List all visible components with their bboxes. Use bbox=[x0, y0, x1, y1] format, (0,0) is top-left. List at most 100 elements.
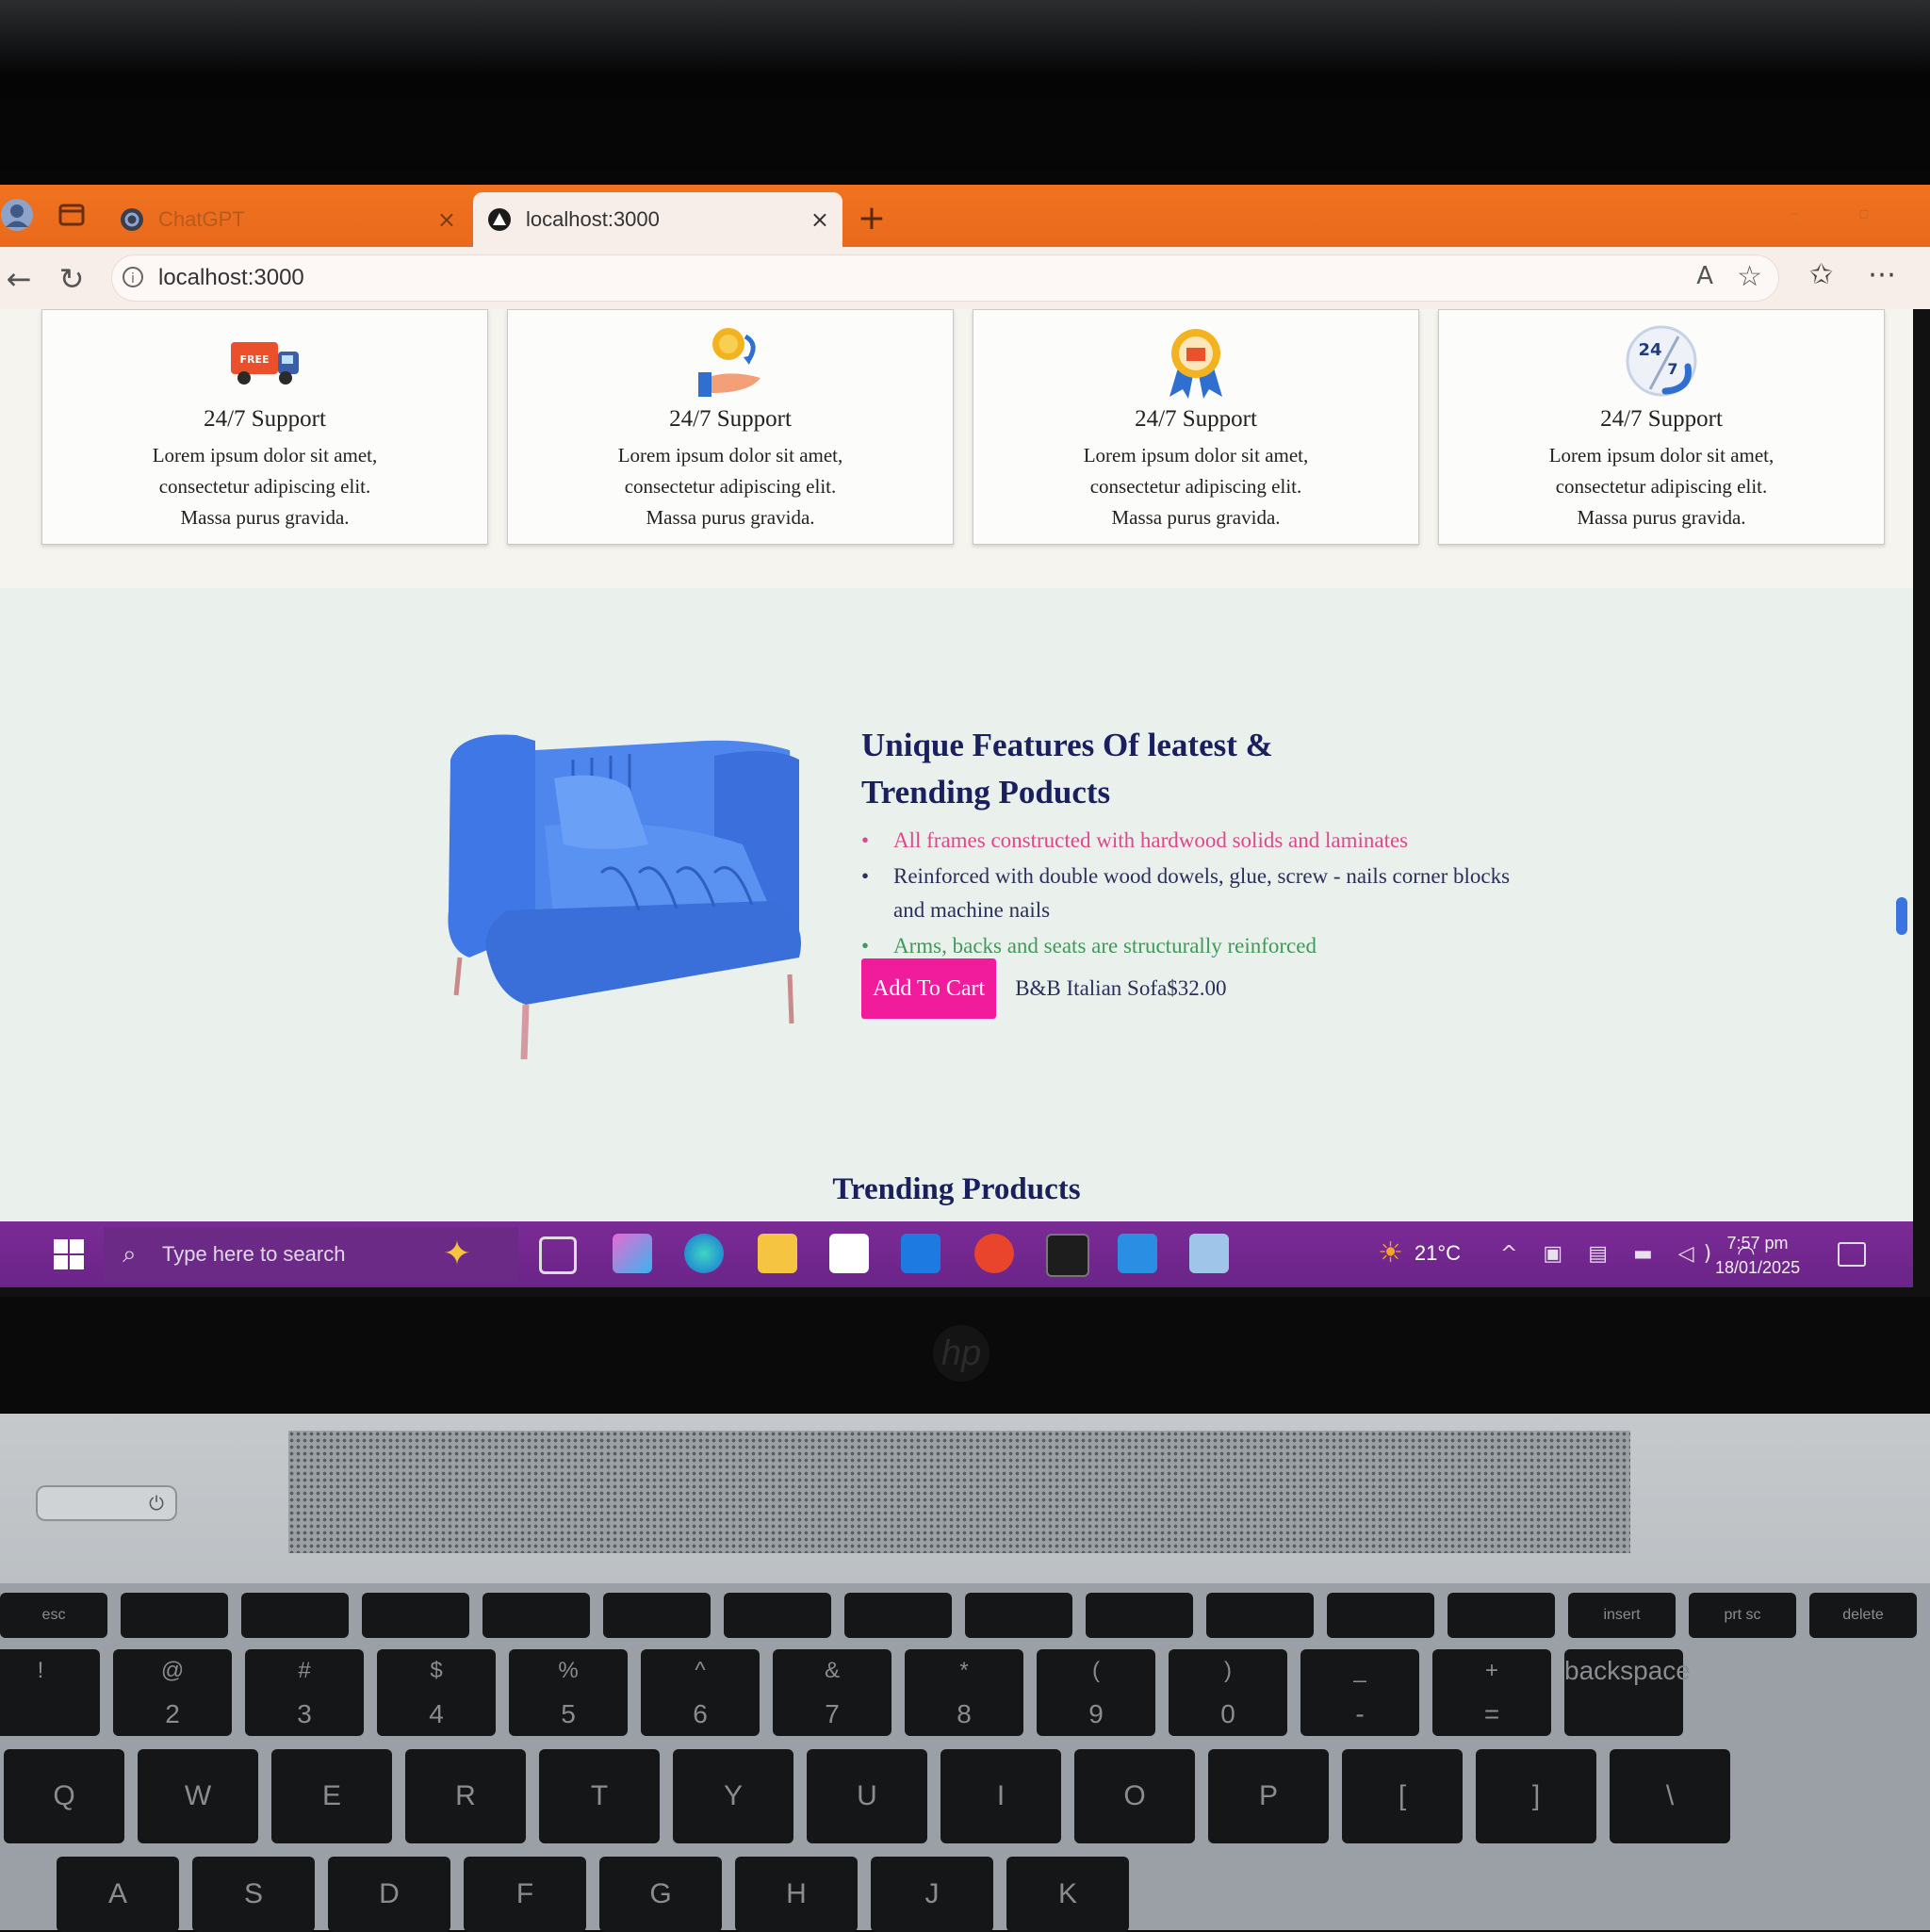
copilot-icon[interactable] bbox=[613, 1234, 652, 1273]
keyboard-key[interactable]: F bbox=[464, 1857, 586, 1932]
site-info-icon[interactable]: i bbox=[123, 267, 143, 287]
section-title: Unique Features Of leatest & Trending Po… bbox=[861, 727, 1273, 810]
scrollbar-thumb[interactable] bbox=[1896, 897, 1907, 935]
keyboard-key[interactable] bbox=[1206, 1593, 1314, 1638]
taskbar-clock[interactable]: 7:57 pm 18/01/2025 bbox=[1715, 1231, 1800, 1280]
favorite-star-icon[interactable]: ☆ bbox=[1737, 260, 1762, 293]
keyboard-key[interactable]: esc bbox=[0, 1593, 107, 1638]
keyboard-key[interactable]: % 5 bbox=[509, 1649, 628, 1736]
feature-card: FREE 24/7 Support Lorem ipsum dolor sit … bbox=[41, 309, 488, 545]
badge-7: 7 bbox=[1667, 360, 1677, 378]
restore-icon[interactable]: ▫ bbox=[1858, 204, 1877, 223]
taskbar-search-box[interactable]: ⌕ Type here to search ✦ bbox=[104, 1227, 518, 1282]
read-aloud-icon[interactable]: A bbox=[1696, 262, 1713, 290]
tab-close-icon[interactable]: × bbox=[437, 206, 456, 233]
keyboard-key[interactable]: I bbox=[940, 1749, 1061, 1843]
vscode-icon[interactable] bbox=[1118, 1234, 1157, 1273]
windows-start-icon[interactable] bbox=[53, 1238, 85, 1270]
tab-close-icon[interactable]: × bbox=[810, 206, 829, 233]
edge-icon[interactable] bbox=[684, 1234, 724, 1273]
clock-time: 7:57 pm bbox=[1726, 1234, 1789, 1253]
feature-title: 24/7 Support bbox=[669, 406, 792, 432]
keyboard-key[interactable]: & 7 bbox=[773, 1649, 891, 1736]
keyboard-key[interactable] bbox=[1448, 1593, 1555, 1638]
keyboard-key[interactable]: \ bbox=[1610, 1749, 1730, 1843]
tab-chatgpt[interactable]: ChatGPT × bbox=[106, 192, 469, 247]
keyboard-key[interactable]: (9 bbox=[1037, 1649, 1155, 1736]
keyboard-key[interactable]: U bbox=[807, 1749, 927, 1843]
keyboard-key[interactable]: P bbox=[1208, 1749, 1329, 1843]
speaker-grille bbox=[288, 1431, 1630, 1553]
power-button[interactable]: ⏻ bbox=[36, 1485, 177, 1521]
favorites-icon[interactable]: ✩ bbox=[1809, 258, 1833, 291]
notes-icon[interactable] bbox=[1189, 1234, 1229, 1273]
tab-actions-icon[interactable] bbox=[55, 198, 89, 232]
product-price: $32.00 bbox=[1167, 976, 1227, 1000]
keyboard-key[interactable]: H bbox=[735, 1857, 858, 1932]
keyboard-key[interactable]: G bbox=[599, 1857, 722, 1932]
keyboard-key[interactable] bbox=[603, 1593, 711, 1638]
keyboard-key[interactable]: E bbox=[271, 1749, 392, 1843]
new-tab-button[interactable]: + bbox=[853, 200, 891, 237]
url-text[interactable]: localhost:3000 bbox=[158, 265, 304, 291]
tab-localhost[interactable]: localhost:3000 × bbox=[473, 192, 842, 247]
keyboard-key[interactable]: @2 bbox=[113, 1649, 232, 1736]
task-view-icon[interactable] bbox=[539, 1236, 577, 1274]
keyboard-key[interactable] bbox=[1086, 1593, 1193, 1638]
keyboard-key[interactable]: ^ 6 bbox=[641, 1649, 760, 1736]
keyboard-key[interactable]: $4 bbox=[377, 1649, 496, 1736]
keyboard-key[interactable]: backspace bbox=[1564, 1649, 1691, 1736]
keyboard-key[interactable]: + = bbox=[1432, 1649, 1551, 1736]
file-explorer-icon[interactable] bbox=[758, 1234, 797, 1273]
keyboard-key[interactable]: delete bbox=[1809, 1593, 1917, 1638]
keyboard-key[interactable]: ) 0 bbox=[1169, 1649, 1287, 1736]
minimize-icon[interactable]: – bbox=[1791, 204, 1809, 223]
keyboard-key[interactable]: [ bbox=[1342, 1749, 1463, 1843]
keyboard-key[interactable]: W bbox=[138, 1749, 258, 1843]
localhost-favicon-icon bbox=[488, 208, 511, 231]
keyboard-key[interactable] bbox=[482, 1593, 590, 1638]
keyboard-key[interactable]: R bbox=[405, 1749, 526, 1843]
keyboard-key[interactable]: _ - bbox=[1300, 1649, 1419, 1736]
keyboard-key[interactable]: K bbox=[1006, 1857, 1129, 1932]
feature-title: 24/7 Support bbox=[1600, 406, 1723, 432]
keyboard-key[interactable] bbox=[121, 1593, 228, 1638]
keyboard-key[interactable]: Q bbox=[4, 1749, 124, 1843]
store-icon[interactable] bbox=[829, 1234, 869, 1273]
keyboard-key[interactable]: prt sc bbox=[1689, 1593, 1796, 1638]
outlook-icon[interactable] bbox=[901, 1234, 940, 1273]
address-bar[interactable]: i localhost:3000 A ☆ bbox=[111, 254, 1779, 302]
keyboard-key[interactable]: ! bbox=[0, 1649, 100, 1736]
add-to-cart-button[interactable]: Add To Cart bbox=[861, 958, 997, 1019]
keyboard-key[interactable] bbox=[965, 1593, 1072, 1638]
wps-office-icon[interactable] bbox=[974, 1234, 1014, 1273]
keyboard: esc insert prt sc delete! @2 #3 $4% 5 ^ 6 & 7 * 8(9) 0… bbox=[0, 1583, 1930, 1932]
keyboard-key[interactable] bbox=[724, 1593, 831, 1638]
free-delivery-truck-icon: FREE bbox=[231, 342, 299, 385]
keyboard-key[interactable]: * 8 bbox=[905, 1649, 1023, 1736]
keyboard-key[interactable]: S bbox=[192, 1857, 315, 1932]
keyboard-key[interactable]: insert bbox=[1568, 1593, 1676, 1638]
more-options-icon[interactable]: ⋯ bbox=[1868, 258, 1896, 291]
feature-text: Lorem ipsum dolor sit amet, consectetur a… bbox=[152, 444, 378, 529]
notification-icon[interactable] bbox=[1838, 1242, 1866, 1267]
keyboard-key[interactable]: Y bbox=[673, 1749, 793, 1843]
keyboard-key[interactable]: #3 bbox=[245, 1649, 364, 1736]
keyboard-key[interactable] bbox=[844, 1593, 952, 1638]
keyboard-key[interactable] bbox=[241, 1593, 349, 1638]
keyboard-key[interactable]: J bbox=[871, 1857, 993, 1932]
keyboard-key[interactable] bbox=[1327, 1593, 1434, 1638]
profile-icon[interactable] bbox=[0, 198, 34, 232]
keyboard-key[interactable]: D bbox=[328, 1857, 450, 1932]
keyboard-key[interactable]: T bbox=[539, 1749, 660, 1843]
unique-features-section: Unique Features Of leatest & Trending Po… bbox=[0, 588, 1913, 1221]
keyboard-key[interactable]: O bbox=[1074, 1749, 1195, 1843]
back-arrow-icon[interactable]: ← bbox=[0, 260, 38, 298]
keyboard-key[interactable]: ] bbox=[1476, 1749, 1596, 1843]
keyboard-key[interactable]: A bbox=[57, 1857, 179, 1932]
refresh-icon[interactable]: ↻ bbox=[53, 260, 90, 298]
weather-widget[interactable]: ☀ 21°C bbox=[1378, 1236, 1461, 1269]
product-info: B&B Italian Sofa$32.00 bbox=[1015, 976, 1226, 1001]
keyboard-key[interactable] bbox=[362, 1593, 469, 1638]
terminal-icon[interactable] bbox=[1046, 1234, 1089, 1277]
